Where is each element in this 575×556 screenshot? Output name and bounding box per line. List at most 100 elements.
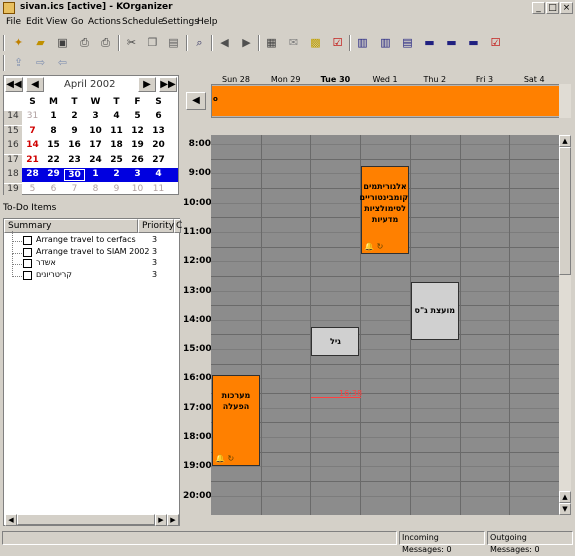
app-icon[interactable] bbox=[3, 2, 15, 14]
today-icon[interactable]: ▦ bbox=[264, 35, 279, 50]
menu-actions[interactable]: Actions bbox=[88, 17, 121, 27]
day-cell[interactable]: 31 bbox=[22, 111, 43, 121]
day-cell[interactable]: 3 bbox=[127, 169, 148, 179]
menu-file[interactable]: File bbox=[6, 17, 21, 27]
day-cell[interactable]: 25 bbox=[106, 155, 127, 165]
week-view-icon[interactable]: ▤ bbox=[400, 35, 415, 50]
day-header[interactable]: Wed 1 bbox=[360, 75, 410, 84]
day-cell[interactable]: 16 bbox=[64, 140, 85, 150]
day-header[interactable]: Fri 3 bbox=[460, 75, 510, 84]
week-number[interactable]: 16 bbox=[4, 140, 22, 154]
day-cell[interactable]: 8 bbox=[85, 184, 106, 194]
new-todo-icon[interactable]: ☑ bbox=[330, 35, 345, 50]
day-cell[interactable]: 28 bbox=[22, 169, 43, 179]
new-event-icon[interactable]: ▩ bbox=[308, 35, 323, 50]
todo-item[interactable]: Arrange travel to SIAM 2002 3 bbox=[4, 242, 179, 259]
day-cell[interactable]: 5 bbox=[127, 111, 148, 121]
week-number[interactable]: 18 bbox=[4, 169, 22, 183]
menu-settings[interactable]: Settings bbox=[162, 17, 199, 27]
minimize-button[interactable]: _ bbox=[532, 2, 545, 14]
day-cell[interactable]: 10 bbox=[127, 184, 148, 194]
day-cell[interactable]: 13 bbox=[148, 126, 169, 136]
day-cell[interactable]: 11 bbox=[148, 184, 169, 194]
todo-item[interactable]: אשדר 3 bbox=[4, 254, 179, 270]
export-icon[interactable]: ⇪ bbox=[11, 55, 26, 70]
day-view-icon[interactable]: ▥ bbox=[355, 35, 370, 50]
day-header[interactable]: Sat 4 bbox=[509, 75, 559, 84]
day-cell[interactable]: 18 bbox=[106, 140, 127, 150]
day-cell[interactable]: 1 bbox=[85, 169, 106, 179]
day-cell[interactable]: 17 bbox=[85, 140, 106, 150]
day-cell[interactable]: 3 bbox=[85, 111, 106, 121]
day-cell[interactable]: 15 bbox=[43, 140, 64, 150]
agenda-grid[interactable]: אלגוריתמים קומבינטוריים לסימולציות מדעיו… bbox=[211, 135, 559, 515]
day-cell[interactable]: 20 bbox=[148, 140, 169, 150]
previous-icon[interactable]: ◀ bbox=[217, 35, 232, 50]
open-icon[interactable]: ▰ bbox=[33, 35, 48, 50]
allday-event[interactable]: o bbox=[212, 86, 559, 116]
day-cell[interactable]: 7 bbox=[64, 184, 85, 194]
workweek-view-icon[interactable]: ▥ bbox=[378, 35, 393, 50]
scroll-up-button-2[interactable]: ▲ bbox=[559, 491, 571, 503]
day-header[interactable]: Tue 30 bbox=[310, 75, 360, 84]
expand-allday-button[interactable]: ◀ bbox=[186, 92, 206, 110]
next-icon[interactable]: ▶ bbox=[239, 35, 254, 50]
day-header[interactable]: Thu 2 bbox=[410, 75, 460, 84]
next-month-button[interactable]: ▶ bbox=[138, 77, 156, 92]
day-cell[interactable]: 9 bbox=[64, 126, 85, 136]
todo-item[interactable]: Arrange travel to cerfacs 3 bbox=[4, 231, 179, 247]
close-button[interactable]: × bbox=[560, 2, 573, 14]
todo-checkbox[interactable] bbox=[23, 247, 32, 257]
paste-icon[interactable]: ▤ bbox=[166, 35, 181, 50]
todo-column-priority[interactable]: Priority bbox=[138, 219, 174, 233]
day-cell[interactable]: 12 bbox=[127, 126, 148, 136]
calendar-event[interactable]: אלגוריתמים קומבינטוריים לסימולציות מדעיו… bbox=[360, 165, 410, 254]
scroll-down-button[interactable]: ▼ bbox=[559, 503, 571, 515]
day-cell[interactable]: 10 bbox=[85, 126, 106, 136]
day-cell[interactable]: 1 bbox=[43, 111, 64, 121]
day-cell[interactable]: 6 bbox=[148, 111, 169, 121]
todo-column-completed[interactable]: C bbox=[174, 219, 182, 233]
scroll-right-end-button[interactable]: ▶ bbox=[167, 514, 179, 526]
mail-icon[interactable]: ✉ bbox=[286, 35, 301, 50]
day-cell[interactable]: 5 bbox=[22, 184, 43, 194]
calendar-event[interactable]: מועצת ג"ס bbox=[410, 281, 459, 341]
day-cell[interactable]: 4 bbox=[106, 111, 127, 121]
day-cell[interactable]: 9 bbox=[106, 184, 127, 194]
menu-go[interactable]: Go bbox=[71, 17, 83, 27]
day-cell[interactable]: 27 bbox=[148, 155, 169, 165]
previous-year-button[interactable]: ◀◀ bbox=[5, 77, 23, 92]
previous-month-button[interactable]: ◀ bbox=[26, 77, 44, 92]
todo-column-summary[interactable]: Summary bbox=[4, 219, 138, 233]
todo-view-icon[interactable]: ☑ bbox=[488, 35, 503, 50]
day-header[interactable]: Mon 29 bbox=[261, 75, 311, 84]
day-cell[interactable]: 26 bbox=[127, 155, 148, 165]
next-year-button[interactable]: ▶▶ bbox=[159, 77, 177, 92]
new-icon[interactable]: ✦ bbox=[11, 35, 26, 50]
calendar-event[interactable]: גיל bbox=[311, 327, 360, 357]
publish-icon[interactable]: ⇨ bbox=[33, 55, 48, 70]
week-number[interactable]: 14 bbox=[4, 111, 22, 125]
day-cell[interactable]: 30 bbox=[64, 169, 85, 181]
day-cell[interactable]: 24 bbox=[85, 155, 106, 165]
scroll-right-button[interactable]: ▶ bbox=[155, 514, 167, 526]
day-cell[interactable]: 23 bbox=[64, 155, 85, 165]
allday-scrollbar[interactable] bbox=[559, 84, 571, 118]
agenda-vertical-scrollbar[interactable]: ▲ ▲ ▼ bbox=[559, 135, 571, 515]
todo-horizontal-scrollbar[interactable]: ◀ ▶ ▶ bbox=[5, 514, 179, 526]
back-icon[interactable]: ⇦ bbox=[55, 55, 70, 70]
nextx-view-icon[interactable]: ▬ bbox=[422, 35, 437, 50]
title-bar[interactable]: sivan.ics [active] - KOrganizer _ □ × bbox=[0, 0, 575, 16]
todo-checkbox[interactable] bbox=[23, 236, 32, 245]
list-view-icon[interactable]: ▬ bbox=[466, 35, 481, 50]
calendar-event[interactable]: מערכות הפעלה 🔔 ↻ bbox=[212, 375, 260, 467]
week-number[interactable]: 19 bbox=[4, 183, 22, 198]
scroll-left-button[interactable]: ◀ bbox=[5, 514, 17, 526]
print-preview-icon[interactable]: ⎙ bbox=[98, 35, 113, 50]
day-cell[interactable]: 7 bbox=[22, 126, 43, 136]
print-icon[interactable]: ⎙ bbox=[77, 35, 92, 50]
day-cell[interactable]: 29 bbox=[43, 169, 64, 179]
todo-checkbox[interactable] bbox=[23, 259, 32, 268]
scroll-thumb[interactable] bbox=[17, 514, 155, 525]
day-cell[interactable]: 22 bbox=[43, 155, 64, 165]
